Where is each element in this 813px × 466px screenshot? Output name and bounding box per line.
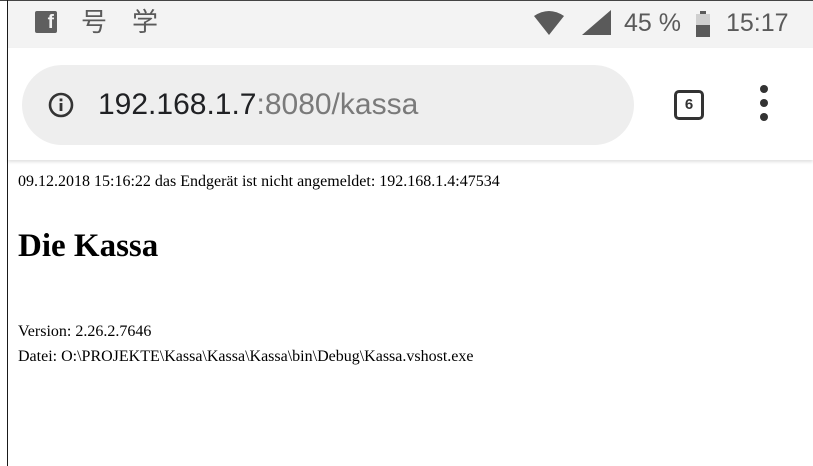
frame-left-edge (7, 0, 8, 466)
menu-dot (760, 113, 768, 121)
signal-icon (582, 10, 612, 41)
frame-top-edge (0, 0, 813, 1)
version-text: Version: 2.26.2.7646 (18, 323, 152, 340)
page-title: Die Kassa (18, 228, 159, 264)
battery-icon (696, 11, 710, 42)
info-icon[interactable] (48, 92, 74, 118)
menu-dot (760, 85, 768, 93)
facebook-icon-letter: f (47, 12, 54, 33)
notification-glyph-icon: 学 (132, 8, 159, 38)
notification-glyph-icon: 号 (81, 8, 108, 38)
url-bar[interactable]: 192.168.1.7:8080/kassa (22, 65, 634, 145)
battery-percent: 45 % (624, 9, 681, 37)
wifi-icon (534, 10, 564, 41)
url-text[interactable]: 192.168.1.7:8080/kassa (98, 84, 418, 126)
overflow-menu-icon[interactable] (760, 85, 768, 121)
facebook-icon: f (35, 11, 57, 33)
status-clock: 15:17 (726, 9, 789, 37)
tab-switcher-button[interactable]: 6 (674, 90, 704, 120)
file-path-text: Datei: O:\PROJEKTE\Kassa\Kassa\Kassa\bin… (18, 348, 474, 365)
browser-toolbar: 192.168.1.7:8080/kassa 6 (8, 48, 813, 160)
menu-dot (760, 99, 768, 107)
log-message: 09.12.2018 15:16:22 das Endgerät ist nic… (18, 173, 500, 190)
url-path: :8080/kassa (256, 88, 419, 121)
url-host: 192.168.1.7 (98, 88, 257, 121)
status-bar: f 号 学 45 % 15:17 (8, 0, 813, 48)
